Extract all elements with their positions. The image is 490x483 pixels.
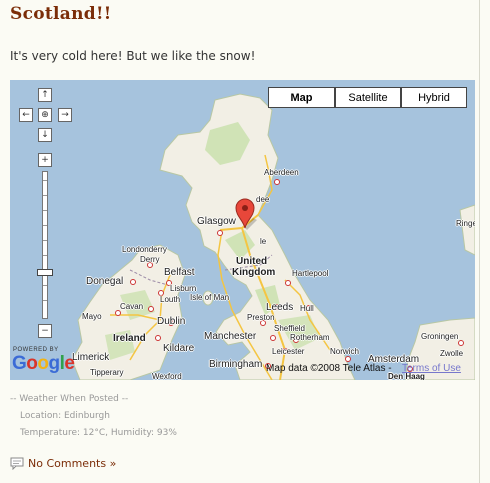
zoom-slider-track[interactable] [42, 171, 48, 319]
post-title[interactable]: Scotland!! [10, 4, 111, 24]
map-attribution: Map data ©2008 Tele Atlas - [266, 363, 392, 374]
zoom-tick [43, 300, 47, 301]
zoom-tick [43, 195, 47, 196]
map-label-leeds: Leeds [266, 302, 294, 313]
pan-down-button[interactable]: ↓ [38, 128, 52, 142]
map-label-united: United [236, 256, 268, 267]
map-label-kingdom: Kingdom [232, 267, 276, 278]
map-label-aberdeen: Aberdeen [264, 168, 299, 177]
zoom-in-button[interactable]: + [38, 153, 52, 167]
comments-link[interactable]: No Comments » [10, 457, 116, 470]
weather-location: Location: Edinburgh [20, 411, 110, 421]
pan-up-button[interactable]: ↑ [38, 88, 52, 102]
weather-conditions: Temperature: 12°C, Humidity: 93% [20, 428, 177, 438]
map-label-isle-of-man: Isle of Man [190, 293, 230, 302]
map-label-rotherham: Rotherham [290, 333, 330, 342]
comment-bubble-icon [10, 457, 24, 470]
google-logo-letter: o [26, 353, 38, 374]
city-marker [130, 279, 136, 285]
terms-of-use-link[interactable]: Terms of Use [402, 363, 461, 374]
city-marker [274, 179, 280, 185]
pan-right-button[interactable]: → [58, 108, 72, 122]
location-marker-icon[interactable] [233, 198, 257, 230]
map-label-ireland: Ireland [113, 333, 146, 344]
map-label-hartlepool: Hartlepool [292, 269, 329, 278]
pan-center-button[interactable]: ⊕ [38, 108, 52, 122]
weather-heading: -- Weather When Posted -- [10, 394, 129, 404]
google-map[interactable]: Map Satellite Hybrid ↑ ← ⊕ → ↓ + − Aberd… [10, 80, 475, 380]
map-label-cavan: Cavan [120, 302, 144, 311]
map-label-glasgow: Glasgow [197, 216, 236, 227]
zoom-tick [43, 285, 47, 286]
map-label-londonderry: Londonderry [122, 245, 167, 254]
city-marker [285, 280, 291, 286]
map-label-dublin: Dublin [157, 316, 186, 327]
map-label-louth: Louth [160, 295, 181, 304]
map-label-dundee: dee [256, 195, 270, 204]
map-label-belfast: Belfast [164, 267, 195, 278]
map-label-hull: Hull [300, 304, 314, 313]
city-marker [217, 230, 223, 236]
map-label-kildare: Kildare [163, 343, 195, 354]
google-logo-letter: G [12, 353, 27, 374]
map-label-wexford: Wexford [152, 372, 182, 380]
zoom-tick [43, 180, 47, 181]
zoom-tick [43, 255, 47, 256]
city-marker [345, 356, 351, 362]
zoom-tick [43, 240, 47, 241]
city-marker [155, 335, 161, 341]
zoom-out-button[interactable]: − [38, 324, 52, 338]
map-label-newcastle: le [260, 237, 267, 246]
map-label-lisburn: Lisburn [170, 284, 197, 293]
zoom-slider-handle[interactable] [37, 269, 53, 276]
map-label-sheffield: Sheffield [274, 324, 305, 333]
map-label-tipperary: Tipperary [90, 368, 124, 377]
map-label-birmingham: Birmingham [209, 359, 263, 370]
google-logo[interactable]: Google [12, 353, 75, 375]
map-type-satellite-button[interactable]: Satellite [335, 87, 401, 108]
google-logo-letter: g [48, 353, 61, 374]
map-label-leicester: Leicester [272, 347, 305, 356]
map-label-preston: Preston [247, 313, 275, 322]
map-label-manchester: Manchester [204, 331, 257, 342]
zoom-tick [43, 210, 47, 211]
city-marker [270, 335, 276, 341]
map-label-mayo: Mayo [82, 312, 102, 321]
map-label-limerick: Limerick [72, 352, 110, 363]
map-label-zwolle: Zwolle [440, 349, 464, 358]
google-logo-letter: e [64, 353, 75, 374]
map-label-groningen: Groningen [421, 332, 459, 341]
pan-left-button[interactable]: ← [19, 108, 33, 122]
comments-link-text[interactable]: No Comments » [28, 457, 116, 470]
post-text: It's very cold here! But we like the sno… [10, 49, 256, 63]
map-type-hybrid-button[interactable]: Hybrid [401, 87, 467, 108]
map-label-ringe: Ringe [456, 219, 475, 228]
google-logo-letter: o [37, 353, 49, 374]
city-marker [458, 340, 464, 346]
city-marker [148, 306, 154, 312]
map-label-derry: Derry [140, 255, 160, 264]
page-border [479, 0, 480, 483]
map-label-donegal: Donegal [86, 276, 124, 287]
map-type-map-button[interactable]: Map [268, 87, 335, 108]
map-label-norwich: Norwich [330, 347, 359, 356]
zoom-tick [43, 225, 47, 226]
